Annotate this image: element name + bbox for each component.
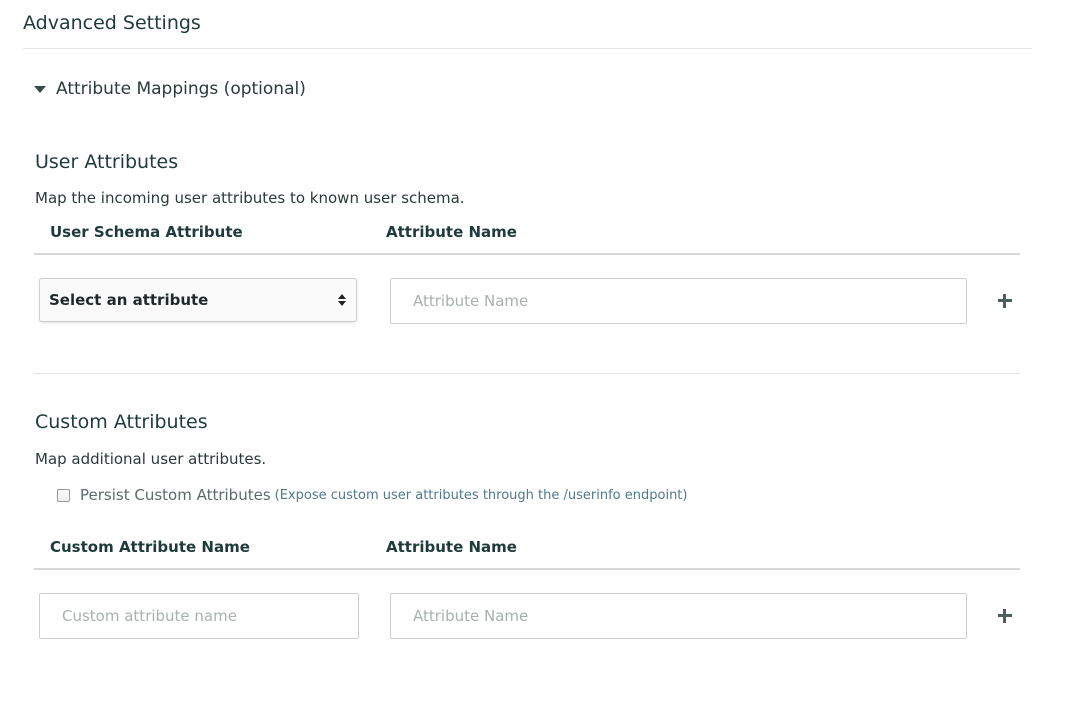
header-divider (23, 48, 1032, 49)
column-header-custom-attribute-name: Custom Attribute Name (50, 538, 250, 556)
attribute-mappings-label: Attribute Mappings (optional) (56, 79, 306, 99)
persist-custom-attributes-checkbox[interactable] (57, 488, 70, 502)
persist-custom-attributes-label[interactable]: Persist Custom Attributes (80, 486, 271, 504)
persist-custom-attributes-hint: (Expose custom user attributes through t… (274, 487, 688, 503)
column-header-attribute-name: Attribute Name (386, 223, 517, 241)
column-header-attribute-name-custom: Attribute Name (386, 538, 517, 556)
user-attributes-table-rule (34, 253, 1020, 255)
custom-attribute-name-input[interactable] (39, 593, 359, 639)
select-value: Select an attribute (49, 291, 209, 309)
add-custom-attribute-plus-icon[interactable] (998, 609, 1012, 623)
add-user-attribute-plus-icon[interactable] (998, 294, 1012, 308)
custom-attributes-table-rule (34, 568, 1020, 570)
custom-attributes-description: Map additional user attributes. (35, 450, 267, 468)
user-attributes-title: User Attributes (35, 151, 179, 173)
select-arrows-icon (338, 294, 346, 306)
page-title: Advanced Settings (23, 12, 201, 34)
attribute-mappings-toggle[interactable]: Attribute Mappings (optional) (34, 79, 306, 99)
user-attributes-description: Map the incoming user attributes to know… (35, 189, 465, 207)
custom-attributes-title: Custom Attributes (35, 411, 208, 433)
section-divider (34, 373, 1020, 374)
user-attribute-name-input[interactable] (390, 278, 967, 324)
persist-custom-attributes-row: Persist Custom Attributes (Expose custom… (57, 486, 687, 504)
caret-down-icon (34, 86, 46, 93)
user-schema-attribute-select[interactable]: Select an attribute (39, 278, 357, 322)
column-header-user-schema-attribute: User Schema Attribute (50, 223, 243, 241)
custom-attribute-target-name-input[interactable] (390, 593, 967, 639)
